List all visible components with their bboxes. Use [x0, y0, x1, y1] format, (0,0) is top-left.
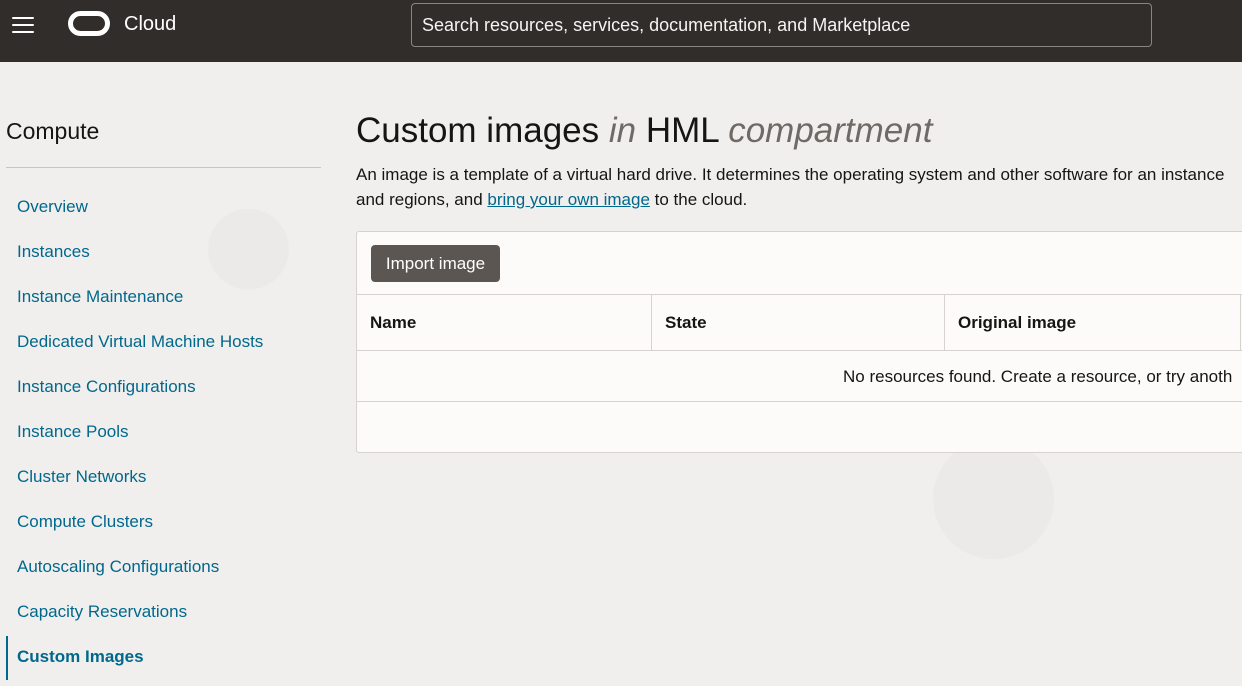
- description-line-2-text: and regions, and: [356, 190, 488, 209]
- table-empty-row: No resources found. Create a resource, o…: [357, 351, 1242, 402]
- page-title-suffix: compartment: [728, 111, 933, 150]
- column-header-state[interactable]: State: [652, 295, 945, 350]
- top-navigation-bar: Cloud: [0, 0, 1242, 62]
- page-description: An image is a template of a virtual hard…: [356, 162, 1242, 212]
- brand-name[interactable]: Cloud: [124, 13, 176, 36]
- sidebar-item-overview[interactable]: Overview: [17, 197, 88, 217]
- global-search[interactable]: [411, 3, 1152, 47]
- sidebar-item-dedicated-vm-hosts[interactable]: Dedicated Virtual Machine Hosts: [17, 332, 263, 352]
- sidebar-item-custom-images[interactable]: Custom Images: [17, 647, 144, 667]
- images-table-panel: Import image Name State Original image N…: [356, 231, 1242, 453]
- import-image-button[interactable]: Import image: [371, 245, 500, 282]
- sidebar-item-instance-configurations[interactable]: Instance Configurations: [17, 377, 196, 397]
- description-line-1: An image is a template of a virtual hard…: [356, 165, 1225, 184]
- description-line-2: and regions, and bring your own image to…: [356, 187, 1242, 212]
- sidebar-active-indicator: [6, 636, 8, 680]
- bring-your-own-image-link[interactable]: bring your own image: [487, 190, 650, 209]
- page-title-in: in: [608, 111, 637, 150]
- sidebar-item-cluster-networks[interactable]: Cluster Networks: [17, 467, 146, 487]
- page-title-compartment-name: HML: [645, 111, 719, 150]
- sidebar-divider: [6, 167, 321, 168]
- sidebar-title: Compute: [6, 118, 100, 144]
- table-header: Name State Original image: [357, 294, 1242, 351]
- page-title-main: Custom images: [356, 111, 600, 150]
- description-line-2-end: to the cloud.: [649, 190, 748, 209]
- column-header-name[interactable]: Name: [357, 295, 652, 350]
- page-title: Custom images in HML compartment: [356, 111, 932, 151]
- sidebar-item-instances[interactable]: Instances: [17, 242, 90, 262]
- empty-state-message: No resources found. Create a resource, o…: [843, 367, 1233, 386]
- search-input[interactable]: [412, 4, 1151, 46]
- column-header-original-image[interactable]: Original image: [945, 295, 1241, 350]
- sidebar-item-capacity-reservations[interactable]: Capacity Reservations: [17, 602, 187, 622]
- hamburger-menu-icon[interactable]: [12, 14, 36, 36]
- sidebar-item-compute-clusters[interactable]: Compute Clusters: [17, 512, 153, 532]
- oracle-logo-icon[interactable]: [68, 11, 110, 36]
- sidebar-item-instance-pools[interactable]: Instance Pools: [17, 422, 129, 442]
- sidebar-item-instance-maintenance[interactable]: Instance Maintenance: [17, 287, 183, 307]
- sidebar-item-autoscaling-configurations[interactable]: Autoscaling Configurations: [17, 557, 219, 577]
